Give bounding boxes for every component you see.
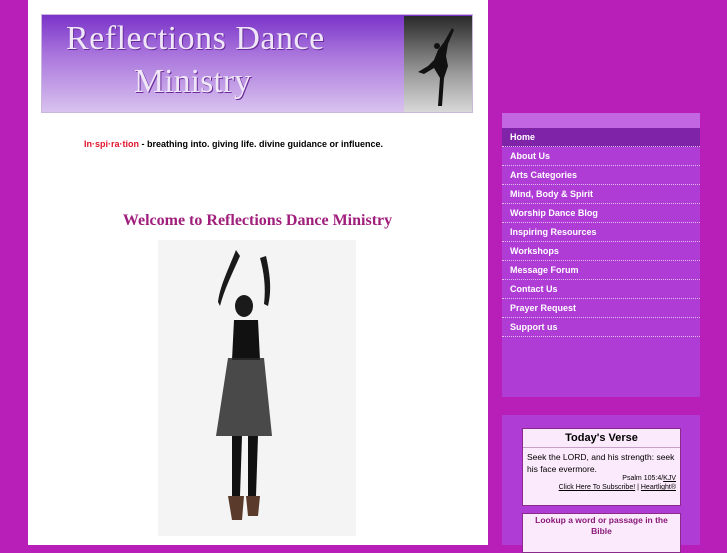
nav-item-workshops[interactable]: Workshops [502,242,700,261]
nav-item-support-us[interactable]: Support us [502,318,700,337]
verse-text: Seek the LORD, and his strength: seek hi… [527,452,675,474]
verse-reference-text: Psalm 105:4/ [622,475,664,482]
banner-dancer-photo [404,16,472,112]
verse-links: Click Here To Subscribe! | Heartlight® [523,484,680,491]
nav-item-message-forum[interactable]: Message Forum [502,261,700,280]
tagline-word: In·spi·ra·tion [84,139,139,149]
tagline: In·spi·ra·tion - breathing into. giving … [84,139,383,149]
lookup-title: Lookup a word or passage in the Bible [535,515,668,536]
dancer-silhouette-icon [418,28,454,106]
nav-item-prayer-request[interactable]: Prayer Request [502,299,700,318]
nav-item-home[interactable]: Home [502,128,700,147]
nav-top-strip [502,113,700,128]
subscribe-link[interactable]: Click Here To Subscribe! [559,484,636,491]
sidebar-nav: Home About Us Arts Categories Mind, Body… [502,113,700,397]
verse-panel: Today's Verse Seek the LORD, and his str… [502,415,700,553]
ballerina-silhouette-icon [216,250,272,520]
nav-item-inspiring-resources[interactable]: Inspiring Resources [502,223,700,242]
banner-title-line-1: Reflections Dance [66,20,325,57]
heartlight-link[interactable]: Heartlight® [641,484,676,491]
banner-title-line-2: Ministry [134,63,252,100]
nav-list: Home About Us Arts Categories Mind, Body… [502,128,700,337]
welcome-heading: Welcome to Reflections Dance Ministry [122,212,393,229]
bible-lookup-widget: Lookup a word or passage in the Bible [522,513,681,553]
nav-item-mind-body-spirit[interactable]: Mind, Body & Spirit [502,185,700,204]
verse-reference: Psalm 105:4/KJV [523,475,680,482]
nav-item-arts-categories[interactable]: Arts Categories [502,166,700,185]
dancer-photo [158,240,356,536]
verse-version-link[interactable]: KJV [663,475,676,482]
nav-item-worship-dance-blog[interactable]: Worship Dance Blog [502,204,700,223]
tagline-definition: - breathing into. giving life. divine gu… [139,139,384,149]
verse-title: Today's Verse [523,429,680,448]
todays-verse-widget: Today's Verse Seek the LORD, and his str… [522,428,681,506]
nav-item-contact-us[interactable]: Contact Us [502,280,700,299]
nav-item-about-us[interactable]: About Us [502,147,700,166]
